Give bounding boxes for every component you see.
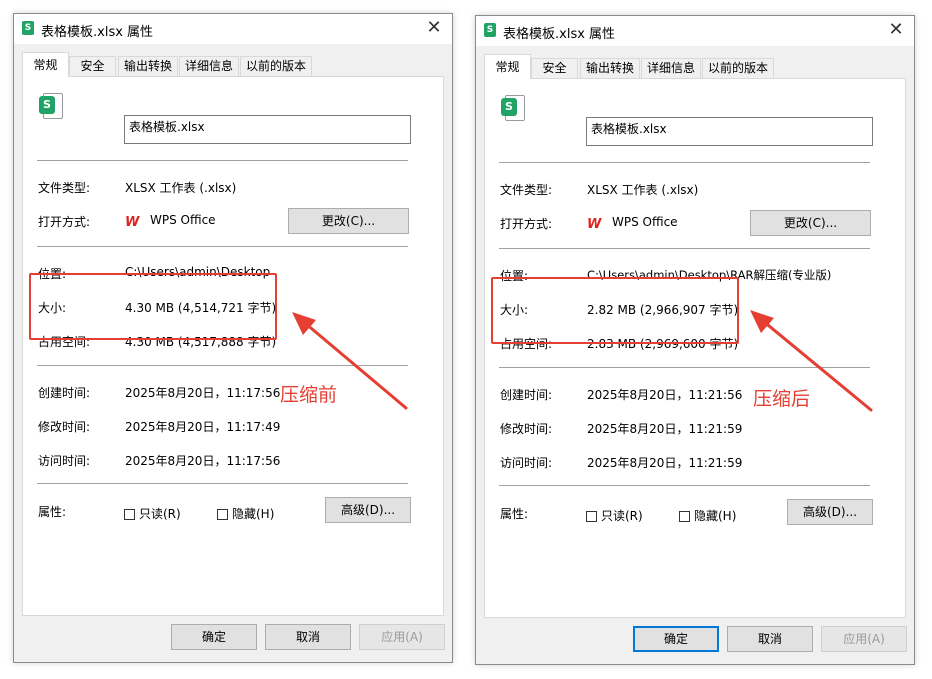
- readonly-checkbox[interactable]: 只读(R): [586, 507, 643, 524]
- apply-button[interactable]: 应用(A): [821, 626, 907, 652]
- advanced-button[interactable]: 高级(D)...: [787, 499, 873, 525]
- divider: [37, 483, 408, 484]
- readonly-checkbox[interactable]: 只读(R): [124, 505, 181, 522]
- tab-security[interactable]: 安全: [69, 56, 116, 76]
- close-icon[interactable]: ✕: [422, 16, 446, 40]
- hidden-label: 隐藏(H): [232, 507, 275, 521]
- tab-output-convert[interactable]: 输出转换: [580, 58, 640, 78]
- file-type-value: XLSX 工作表 (.xlsx): [125, 181, 237, 195]
- tab-output-convert[interactable]: 输出转换: [118, 56, 178, 76]
- file-type-value: XLSX 工作表 (.xlsx): [587, 183, 699, 197]
- size-highlight-box-after: [491, 277, 739, 344]
- general-panel: S 表格模板.xlsx 文件类型: XLSX 工作表 (.xlsx) 打开方式:…: [484, 78, 906, 618]
- accessed-value: 2025年8月20日，11:17:56: [125, 454, 281, 468]
- checkbox-unchecked-icon[interactable]: [586, 511, 597, 522]
- readonly-label: 只读(R): [601, 509, 643, 523]
- open-with-value: W WPS Office: [125, 213, 216, 229]
- accessed-label: 访问时间:: [500, 456, 553, 470]
- spreadsheet-icon: S: [484, 23, 496, 37]
- tab-security[interactable]: 安全: [531, 58, 578, 78]
- wps-icon: W: [125, 215, 140, 230]
- open-with-value: W WPS Office: [587, 215, 678, 231]
- title-bar: S 表格模板.xlsx 属性 ✕: [476, 16, 914, 46]
- checkbox-unchecked-icon[interactable]: [124, 509, 135, 520]
- created-label: 创建时间:: [38, 386, 91, 400]
- modified-label: 修改时间:: [38, 420, 91, 434]
- size-highlight-box-before: [29, 273, 277, 340]
- created-value: 2025年8月20日，11:17:56: [125, 386, 281, 400]
- tab-general[interactable]: 常规: [22, 52, 69, 77]
- file-type-label: 文件类型:: [500, 183, 553, 197]
- open-with-label: 打开方式:: [38, 215, 91, 229]
- divider: [499, 485, 870, 486]
- accessed-label: 访问时间:: [38, 454, 91, 468]
- tab-previous-versions[interactable]: 以前的版本: [240, 56, 312, 76]
- open-with-app-name: WPS Office: [612, 215, 678, 229]
- change-button[interactable]: 更改(C)...: [288, 208, 409, 234]
- tab-details[interactable]: 详细信息: [641, 58, 701, 78]
- spreadsheet-file-icon: S: [39, 93, 63, 121]
- divider: [499, 162, 870, 163]
- divider: [37, 246, 408, 247]
- wps-icon: W: [587, 217, 602, 232]
- file-name-field[interactable]: 表格模板.xlsx: [124, 115, 411, 144]
- spreadsheet-icon: S: [22, 21, 34, 35]
- checkbox-unchecked-icon[interactable]: [679, 511, 690, 522]
- cancel-button[interactable]: 取消: [727, 626, 813, 652]
- open-with-label: 打开方式:: [500, 217, 553, 231]
- attributes-label: 属性:: [500, 507, 529, 521]
- accessed-value: 2025年8月20日，11:21:59: [587, 456, 743, 470]
- modified-value: 2025年8月20日，11:21:59: [587, 422, 743, 436]
- readonly-label: 只读(R): [139, 507, 181, 521]
- created-value: 2025年8月20日，11:21:56: [587, 388, 743, 402]
- created-label: 创建时间:: [500, 388, 553, 402]
- ok-button[interactable]: 确定: [171, 624, 257, 650]
- open-with-app-name: WPS Office: [150, 213, 216, 227]
- tab-general[interactable]: 常规: [484, 54, 531, 79]
- divider: [37, 160, 408, 161]
- hidden-checkbox[interactable]: 隐藏(H): [217, 505, 274, 522]
- file-type-label: 文件类型:: [38, 181, 91, 195]
- ok-button[interactable]: 确定: [633, 626, 719, 652]
- divider: [499, 367, 870, 368]
- modified-value: 2025年8月20日，11:17:49: [125, 420, 281, 434]
- change-button[interactable]: 更改(C)...: [750, 210, 871, 236]
- file-name-field[interactable]: 表格模板.xlsx: [586, 117, 873, 146]
- hidden-checkbox[interactable]: 隐藏(H): [679, 507, 736, 524]
- hidden-label: 隐藏(H): [694, 509, 737, 523]
- tab-details[interactable]: 详细信息: [179, 56, 239, 76]
- modified-label: 修改时间:: [500, 422, 553, 436]
- title-bar: S 表格模板.xlsx 属性 ✕: [14, 14, 452, 44]
- divider: [37, 365, 408, 366]
- annotation-after: 压缩后: [753, 388, 811, 410]
- annotation-before: 压缩前: [280, 384, 338, 406]
- checkbox-unchecked-icon[interactable]: [217, 509, 228, 520]
- window-title: 表格模板.xlsx 属性: [503, 27, 616, 42]
- cancel-button[interactable]: 取消: [265, 624, 351, 650]
- spreadsheet-file-icon: S: [501, 95, 525, 123]
- advanced-button[interactable]: 高级(D)...: [325, 497, 411, 523]
- divider: [499, 248, 870, 249]
- apply-button[interactable]: 应用(A): [359, 624, 445, 650]
- close-icon[interactable]: ✕: [884, 18, 908, 42]
- tab-previous-versions[interactable]: 以前的版本: [702, 58, 774, 78]
- attributes-label: 属性:: [38, 505, 67, 519]
- window-title: 表格模板.xlsx 属性: [41, 25, 154, 40]
- general-panel: S 表格模板.xlsx 文件类型: XLSX 工作表 (.xlsx) 打开方式:…: [22, 76, 444, 616]
